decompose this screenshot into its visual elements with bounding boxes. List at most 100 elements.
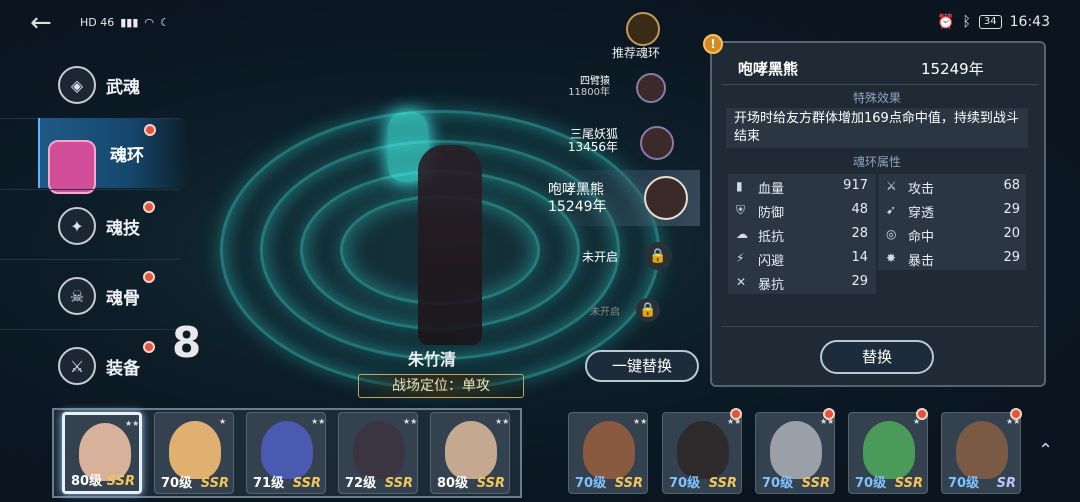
team-card[interactable]: ★★★★ 72级 SSR <box>338 412 418 494</box>
special-effect-title: 特殊效果 <box>852 91 901 105</box>
back-arrow-icon[interactable]: ← <box>30 10 58 38</box>
crit-icon: ✸ <box>886 251 897 265</box>
hero-rarity: SSR <box>292 476 321 491</box>
menu-label: 魂技 <box>106 219 140 239</box>
attr-name: 暴击 <box>908 254 935 269</box>
ring-slot-2[interactable]: 三尾妖狐 13456年 <box>548 128 618 154</box>
ring-slot-1[interactable]: 四臂猿 11800年 <box>560 76 610 98</box>
attr-row: ✕ 暴抗 29 <box>736 273 868 295</box>
attr-value: 20 <box>1003 226 1020 241</box>
ring-years: 13456年 <box>567 140 618 154</box>
star-icon: ★ <box>219 417 227 426</box>
hit-icon: ◎ <box>886 227 897 241</box>
hero-portrait <box>353 421 405 479</box>
attr-name: 抵抗 <box>758 230 785 245</box>
attr-value: 48 <box>851 202 868 217</box>
attr-name: 穿透 <box>908 206 935 221</box>
ring-slot-5[interactable]: 未开启 <box>580 303 620 318</box>
alert-icon: ! <box>703 34 723 54</box>
attack-icon: ⚔ <box>886 179 897 193</box>
one-click-replace-button[interactable]: 一键替换 <box>585 350 699 382</box>
bench-card[interactable]: ★★★★ 70级 SSR <box>568 412 648 494</box>
attr-name: 攻击 <box>908 182 935 197</box>
ring-icon <box>48 140 96 194</box>
equip-icon: ⚔ <box>58 347 96 385</box>
notification-dot <box>144 124 156 136</box>
star-icon: ★★★★ <box>403 417 418 426</box>
collapse-icon[interactable]: ⌃ <box>1038 440 1053 461</box>
attr-row: ⚔ 攻击 68 <box>886 177 1020 199</box>
bench-card[interactable]: ★★★★ 70级 SR <box>941 412 1021 494</box>
ring-slot-4[interactable]: 未开启 <box>570 248 618 265</box>
resist-icon: ☁ <box>736 227 748 241</box>
hero-portrait <box>863 421 915 479</box>
bench-card[interactable]: ★★★ 70级 SSR <box>755 412 835 494</box>
status-right: ⏰ ᛒ 34 16:43 <box>937 14 1050 30</box>
ring-name: 四臂猿 <box>580 76 610 87</box>
hero-rarity: SSR <box>894 476 923 491</box>
menu-item-skill[interactable]: ✦ 魂技 <box>0 189 190 259</box>
hero-portrait <box>677 421 729 479</box>
attr-value: 29 <box>1003 250 1020 265</box>
star-icon: ★★★★ <box>311 417 326 426</box>
hero-level: 70级 <box>855 476 887 491</box>
notification-dot <box>143 341 155 353</box>
hero-portrait <box>583 421 635 479</box>
lock-icon: 🔒 <box>636 298 660 322</box>
divider <box>722 84 1038 85</box>
attr-row: ⚡ 闪避 14 <box>736 249 868 271</box>
crit-resist-icon: ✕ <box>736 275 747 289</box>
star-icon: ★★★★ <box>495 417 510 426</box>
attr-value: 29 <box>851 274 868 289</box>
ring-slot-3[interactable]: 咆哮黑熊 15249年 <box>548 182 614 216</box>
hero-level: 70级 <box>575 476 607 491</box>
attr-row: ▮ 血量 917 <box>736 177 868 199</box>
hero-level: 70级 <box>948 476 980 491</box>
clock: 16:43 <box>1009 14 1050 30</box>
team-card[interactable]: ★ 70级 SSR <box>154 412 234 494</box>
shield-icon: ⛨ <box>736 203 746 217</box>
menu-item-bone[interactable]: ☠ 魂骨 <box>0 259 190 329</box>
hero-portrait <box>956 421 1008 479</box>
hero-portrait <box>770 421 822 479</box>
menu-item-spirit[interactable]: ◈ 武魂 <box>0 48 190 118</box>
recommend-ring-icon[interactable] <box>626 12 660 46</box>
ring-avatar-icon[interactable] <box>636 73 666 103</box>
character-figure[interactable] <box>418 145 482 345</box>
hero-portrait <box>445 421 497 479</box>
moon-icon: ☾ <box>160 16 170 29</box>
notification-dot <box>143 271 155 283</box>
wifi-icon: ◠ <box>144 16 155 29</box>
signal-icon: ▮▮▮ <box>120 16 139 29</box>
ring-avatar-icon[interactable] <box>644 176 688 220</box>
replace-button[interactable]: 替换 <box>820 340 934 374</box>
team-card[interactable]: ★★★★ 80级 SSR <box>430 412 510 494</box>
attr-row: ➹ 穿透 29 <box>886 201 1020 223</box>
recommend-ring-label[interactable]: 推荐魂环 <box>612 44 660 61</box>
ring-years: 15249年 <box>921 60 984 78</box>
menu-item-equip[interactable]: ⚔ 装备 <box>0 329 190 399</box>
ring-avatar-icon[interactable] <box>640 126 674 160</box>
ring-title: 咆哮黑熊 <box>738 60 799 78</box>
bench-card[interactable]: ★★★ 70级 SSR <box>662 412 742 494</box>
attr-value: 68 <box>1003 178 1020 193</box>
hero-rarity: SSR <box>708 476 737 491</box>
ring-attr-title: 魂环属性 <box>852 155 901 169</box>
hero-level: 80级 <box>71 474 103 489</box>
hero-level: 72级 <box>345 476 377 491</box>
bone-icon: ☠ <box>58 277 96 315</box>
ring-name: 未开启 <box>590 307 620 318</box>
notification-dot <box>823 408 835 420</box>
team-card[interactable]: ★★★★ 80级 SSR <box>62 412 142 494</box>
team-card[interactable]: ★★★★ 71级 SSR <box>246 412 326 494</box>
divider <box>722 326 1038 327</box>
attr-row: ◎ 命中 20 <box>886 225 1020 247</box>
bench-card[interactable]: ★ 70级 SSR <box>848 412 928 494</box>
attr-row: ✸ 暴击 29 <box>886 249 1020 271</box>
ring-name: 咆哮黑熊 <box>548 182 604 198</box>
hero-level: 71级 <box>253 476 285 491</box>
alarm-icon: ⏰ <box>937 14 955 30</box>
menu-label: 武魂 <box>106 78 140 98</box>
spirit-icon: ◈ <box>58 66 96 104</box>
menu-label: 魂骨 <box>106 289 140 309</box>
